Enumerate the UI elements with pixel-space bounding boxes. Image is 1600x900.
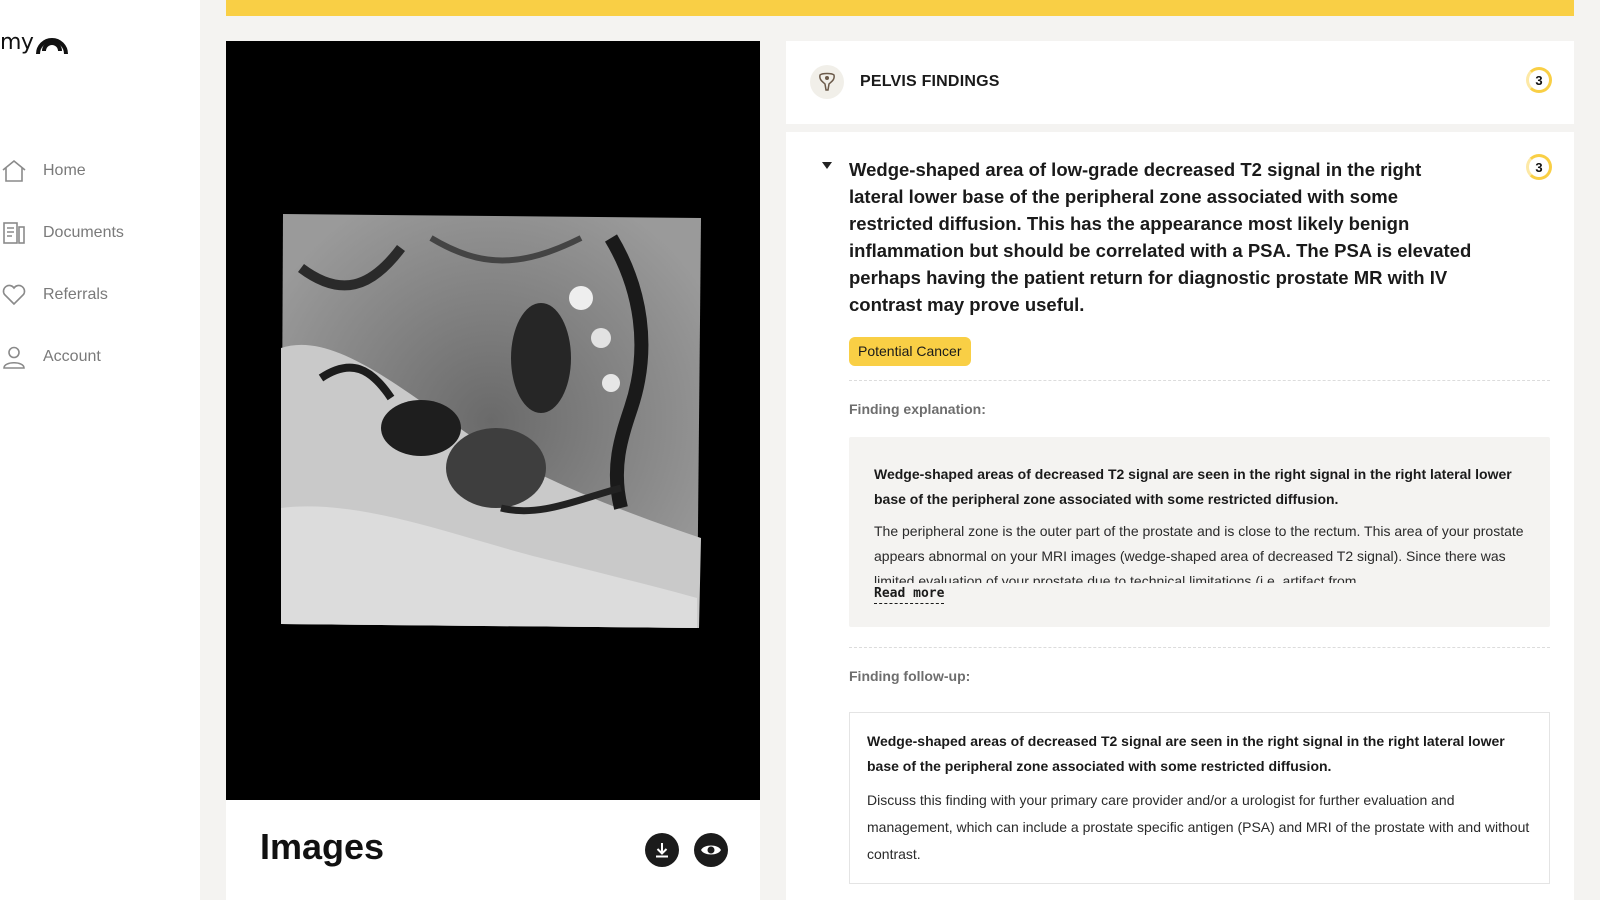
mri-viewer[interactable] <box>226 41 760 800</box>
followup-text: Discuss this finding with your primary c… <box>867 792 1530 862</box>
sidebar-item-referrals[interactable]: Referrals <box>0 264 200 326</box>
logo-text: my <box>0 29 34 55</box>
documents-icon <box>0 219 28 247</box>
sidebar-item-documents[interactable]: Documents <box>0 202 200 264</box>
sidebar-item-home[interactable]: Home <box>0 140 200 202</box>
findings-count-badge: 3 <box>1526 67 1552 93</box>
top-accent-bar <box>226 0 1574 16</box>
eye-icon <box>701 845 721 855</box>
images-title: Images <box>260 826 385 867</box>
sidebar-item-label: Referrals <box>43 286 108 303</box>
image-panel: Images <box>226 41 760 900</box>
sidebar-item-label: Home <box>43 162 86 179</box>
heart-icon <box>0 281 28 309</box>
explanation-label: Finding explanation: <box>849 401 986 417</box>
finding-count-badge: 3 <box>1526 154 1552 180</box>
sidebar-nav: Home Documents Referrals Account <box>0 140 200 388</box>
divider <box>849 380 1550 381</box>
finding-title: Wedge-shaped area of low-grade decreased… <box>849 159 1472 315</box>
mri-scan-image <box>281 214 701 628</box>
explanation-box: Wedge-shaped areas of decreased T2 signa… <box>849 437 1550 627</box>
finding-card: Wedge-shaped area of low-grade decreased… <box>786 132 1574 900</box>
divider <box>849 647 1550 648</box>
finding-tag: Potential Cancer <box>849 337 971 366</box>
logo-mark-icon <box>36 38 69 55</box>
findings-title: PELVIS FINDINGS <box>860 73 1000 90</box>
view-button[interactable] <box>694 833 728 867</box>
download-icon <box>656 843 668 858</box>
followup-summary: Wedge-shaped areas of decreased T2 signa… <box>867 733 1505 774</box>
pelvis-icon <box>810 65 844 99</box>
explanation-text: The peripheral zone is the outer part of… <box>874 523 1524 583</box>
findings-header[interactable]: PELVIS FINDINGS 3 <box>786 41 1574 124</box>
sidebar-item-label: Account <box>43 348 101 365</box>
read-more-link[interactable]: Read more <box>874 586 945 604</box>
collapse-caret-icon[interactable] <box>822 162 832 169</box>
user-icon <box>0 343 28 371</box>
sidebar: my Home Documents Referrals Account <box>0 0 200 900</box>
home-icon <box>0 157 28 185</box>
followup-label: Finding follow-up: <box>849 668 971 684</box>
images-footer: Images <box>226 800 760 900</box>
sidebar-item-account[interactable]: Account <box>0 326 200 388</box>
sidebar-item-label: Documents <box>43 224 124 241</box>
download-button[interactable] <box>645 833 679 867</box>
explanation-summary: Wedge-shaped areas of decreased T2 signa… <box>874 466 1512 507</box>
logo[interactable]: my <box>0 22 70 62</box>
followup-box: Wedge-shaped areas of decreased T2 signa… <box>849 712 1550 884</box>
